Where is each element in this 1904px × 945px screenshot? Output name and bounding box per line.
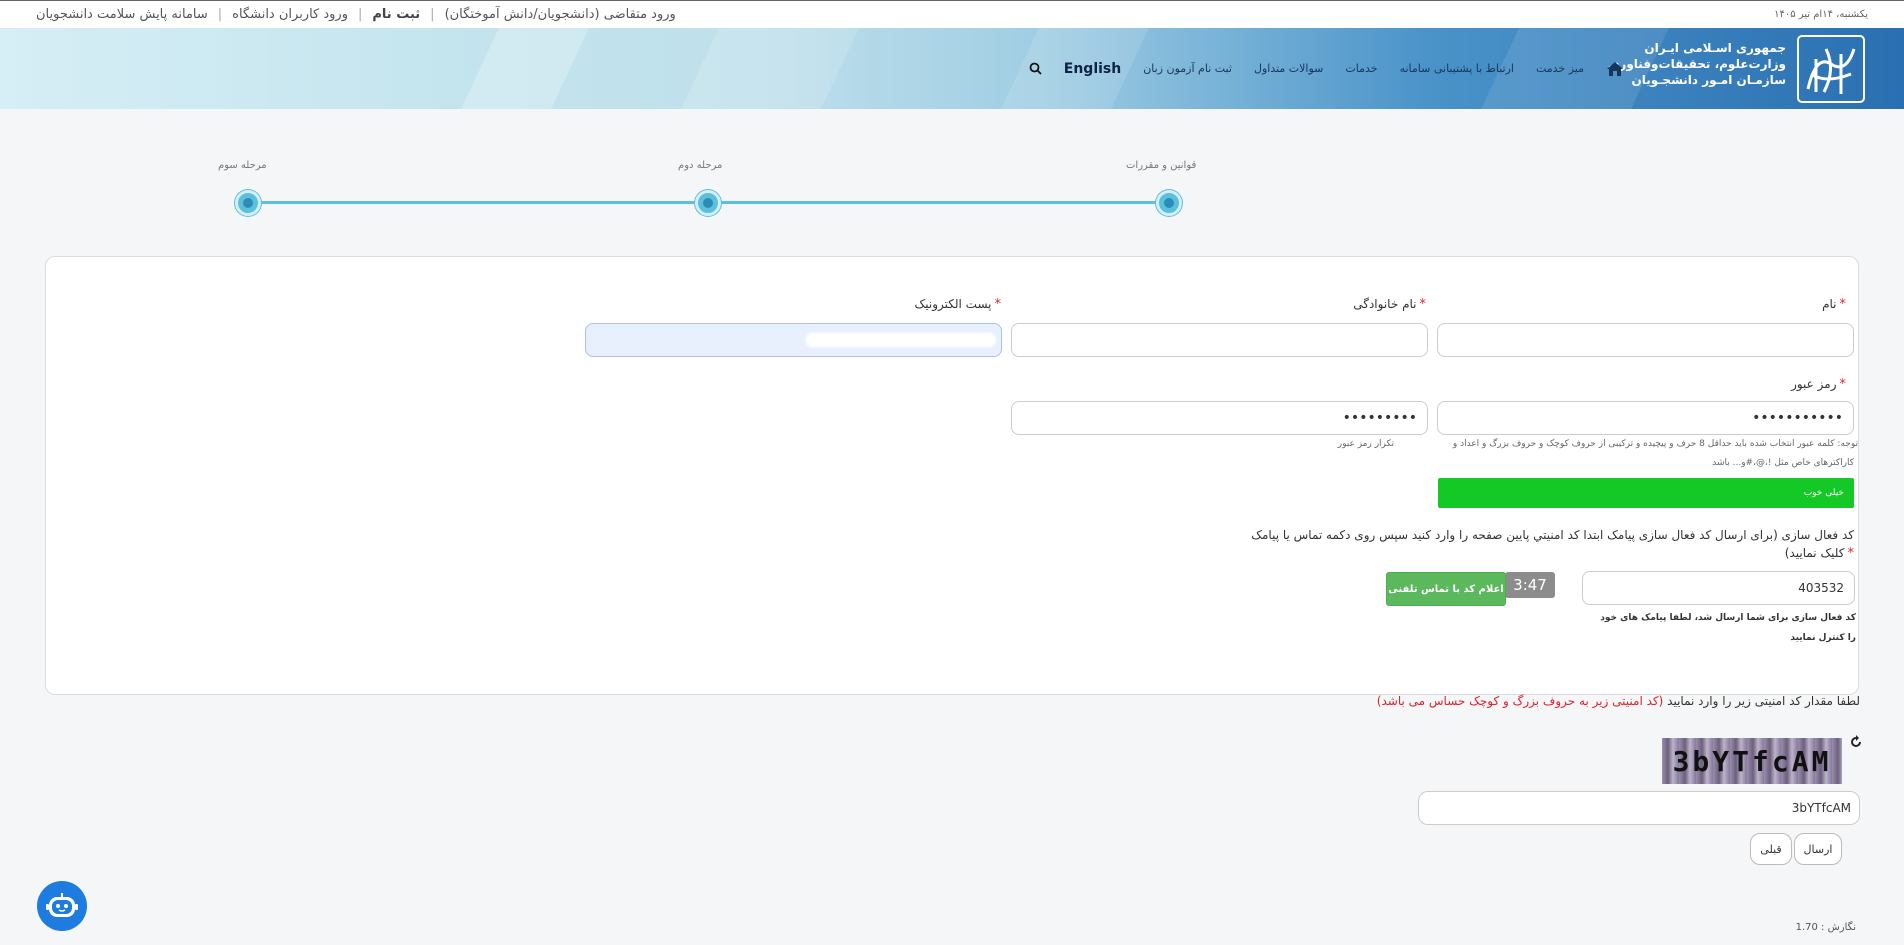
first-name-input[interactable] — [1437, 323, 1854, 357]
activation-label-line-2: *کلیک نمایید) — [1784, 546, 1854, 561]
decorative-shape — [681, 28, 859, 109]
password-label: *رمز عبور — [1791, 377, 1846, 392]
captcha-image: 3bYTfcAM — [1662, 738, 1842, 784]
main-nav: میز خدمت ارتباط با پشتیبانی سامانه خدمات… — [1029, 28, 1624, 109]
submit-button[interactable]: ارسال — [1794, 833, 1842, 865]
captcha-case-note: (کد امنیتی زیر به حروف بزرگ و کوچک حساس … — [1376, 694, 1664, 708]
nav-services[interactable]: خدمات — [1345, 62, 1377, 75]
applicant-login-link[interactable]: ورود متقاضی (دانشجویان/دانش آموختگان) — [445, 7, 676, 22]
chatbot-button[interactable] — [37, 881, 87, 931]
separator: | — [217, 7, 223, 22]
last-name-input[interactable] — [1011, 323, 1428, 357]
captcha-input[interactable]: 3bYTfcAM — [1418, 791, 1860, 825]
separator: | — [358, 7, 363, 22]
activation-label-line-1: کد فعال سازی (برای ارسال کد فعال سازی پی… — [1251, 528, 1854, 542]
registration-form-card — [45, 256, 1859, 695]
refresh-icon[interactable] — [1848, 734, 1864, 750]
search-icon[interactable] — [1029, 62, 1042, 75]
nav-support[interactable]: ارتباط با پشتیبانی سامانه — [1400, 62, 1514, 75]
organization-logo[interactable] — [1796, 34, 1866, 104]
first-name-label: *نام — [1822, 297, 1846, 312]
nav-faq[interactable]: سوالات متداول — [1254, 62, 1323, 75]
phone-call-button[interactable]: اعلام کد با تماس تلفنی — [1386, 572, 1506, 606]
nav-language-exam[interactable]: ثبت نام آزمون زبان — [1143, 62, 1232, 75]
step-3-label: مرحله سوم — [218, 160, 267, 171]
step-2-dot — [695, 190, 721, 216]
step-1-label: قوانین و مقررات — [1126, 160, 1197, 171]
version-text: نگارش : 1.70 — [1795, 922, 1856, 933]
password-hint-line-2: کاراکترهای خاص مثل !،@،#و... باشد — [1712, 458, 1854, 468]
nav-service-desk[interactable]: میز خدمت — [1536, 62, 1584, 75]
health-system-link[interactable]: سامانه پایش سلامت دانشجویان — [36, 7, 208, 22]
captcha-prompt-text: لطفا مقدار کد امنیتی زیر را وارد نمایید — [1667, 694, 1860, 708]
password-input[interactable]: ••••••••••• — [1437, 401, 1854, 435]
step-2-label: مرحله دوم — [678, 160, 723, 171]
step-1-dot — [1156, 190, 1182, 216]
code-sent-message: کد فعال سازی برای شما ارسال شد، لطفا پیا… — [1600, 613, 1856, 643]
email-input[interactable] — [585, 323, 1002, 357]
password-repeat-label: تکرار رمز عبور — [1337, 439, 1394, 449]
email-redaction — [806, 333, 996, 347]
separator: | — [430, 7, 435, 22]
nav-english[interactable]: English — [1064, 61, 1121, 77]
top-bar: ورود متقاضی (دانشجویان/دانش آموختگان) | … — [0, 0, 1904, 28]
robot-icon — [46, 893, 78, 917]
captcha-prompt: لطفا مقدار کد امنیتی زیر را وارد نمایید … — [1377, 694, 1860, 708]
decorative-shape — [461, 28, 589, 109]
last-name-label: *نام خانوادگی — [1353, 297, 1426, 312]
previous-button[interactable]: قبلی — [1750, 833, 1792, 865]
org-line-1: جمهوری اسـلامی ایـران — [1644, 41, 1786, 55]
activation-code-input[interactable]: 403532 — [1582, 571, 1855, 605]
email-label: *پست الکترونیک — [914, 297, 1002, 312]
countdown-timer: 3:47 — [1505, 572, 1555, 598]
date-text: یکشنبه، ۱۴ام تیر ۱۴۰۵ — [1774, 9, 1868, 20]
home-icon[interactable] — [1606, 61, 1624, 77]
org-line-3: سازمـان امـور دانشجـویان — [1631, 73, 1786, 87]
progress-stepper: قوانین و مقررات مرحله دوم مرحله سوم — [0, 150, 1904, 230]
password-hint-line-1: توجه: کلمه عبور انتخاب شده باید حداقل 8 … — [1452, 439, 1858, 449]
organization-name: جمهوری اسـلامی ایـران وزارت‌علوم، تحقیقا… — [1608, 40, 1786, 88]
register-link[interactable]: ثبت نام — [372, 7, 420, 22]
university-login-link[interactable]: ورود کاربران دانشگاه — [232, 7, 348, 22]
step-3-dot — [235, 190, 261, 216]
logo-calligraphy-icon — [1797, 35, 1865, 103]
org-line-2: وزارت‌علوم، تحقیقات‌وفناوری — [1608, 57, 1786, 71]
top-links: ورود متقاضی (دانشجویان/دانش آموختگان) | … — [36, 7, 676, 22]
password-strength-bar: خیلی خوب — [1438, 478, 1854, 508]
password-repeat-input[interactable]: ••••••••• — [1011, 401, 1428, 435]
